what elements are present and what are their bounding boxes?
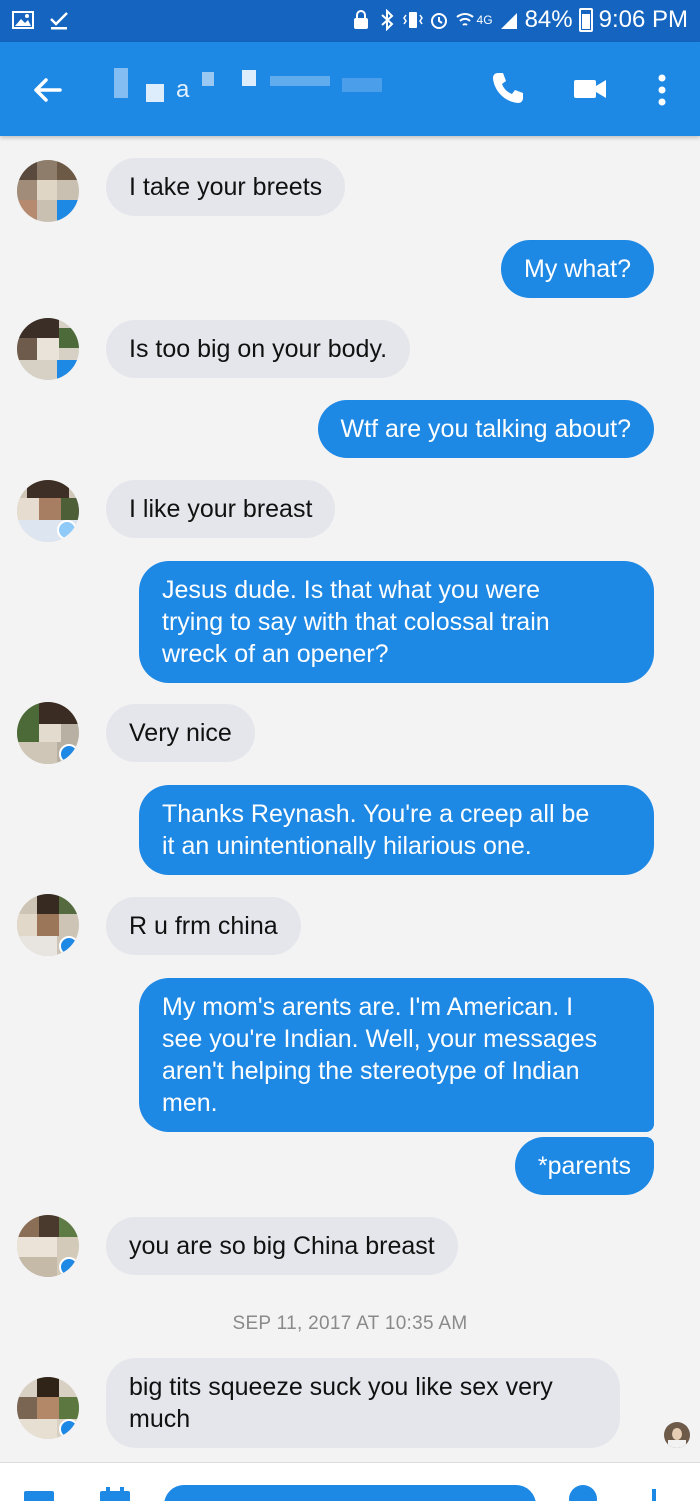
more-options-icon[interactable] <box>650 72 674 108</box>
calendar-icon[interactable] <box>98 1487 132 1501</box>
message-timestamp: SEP 11, 2017 AT 10:35 AM <box>232 1313 468 1334</box>
incoming-message[interactable]: Very nice <box>106 704 255 762</box>
lock-icon <box>353 10 368 29</box>
download-done-icon <box>50 12 68 30</box>
incoming-message[interactable]: big tits squeeze suck you like sex very … <box>106 1358 620 1448</box>
battery-icon <box>578 8 593 32</box>
outgoing-message[interactable]: My mom's arents are. I'm American. I see… <box>139 978 654 1132</box>
conversation-header: a <box>0 42 700 136</box>
message-input[interactable] <box>164 1485 536 1501</box>
status-time: 9:06 PM <box>598 6 688 33</box>
seen-avatar <box>664 1422 690 1448</box>
sender-avatar[interactable] <box>17 318 79 380</box>
sender-avatar[interactable] <box>17 480 79 542</box>
back-arrow-icon[interactable] <box>28 70 68 110</box>
gallery-icon <box>12 11 34 29</box>
bluetooth-icon <box>380 9 393 31</box>
incoming-message[interactable]: you are so big China breast <box>106 1217 458 1275</box>
incoming-message[interactable]: Is too big on your body. <box>106 320 411 378</box>
outgoing-message[interactable]: My what? <box>501 240 654 298</box>
status-bar: 4G 84% 9:06 PM <box>0 0 700 42</box>
vibrate-icon <box>402 12 423 28</box>
keyboard-icon[interactable] <box>22 1487 56 1501</box>
video-call-icon[interactable] <box>572 74 608 104</box>
contact-name-fragment: a <box>176 76 190 103</box>
outgoing-message[interactable]: Jesus dude. Is that what you were trying… <box>139 561 654 683</box>
sender-avatar[interactable] <box>17 702 79 764</box>
outgoing-message[interactable]: Wtf are you talking about? <box>317 400 654 458</box>
wifi-icon <box>455 13 474 26</box>
contact-name-redacted[interactable] <box>110 64 410 114</box>
sender-avatar[interactable] <box>17 1215 79 1277</box>
incoming-message[interactable]: I like your breast <box>106 480 336 538</box>
sender-avatar[interactable] <box>17 894 79 956</box>
sender-avatar[interactable] <box>17 1377 79 1439</box>
message-composer <box>0 1462 700 1501</box>
outgoing-message[interactable]: *parents <box>514 1137 654 1195</box>
signal-icon <box>500 13 517 29</box>
battery-percent: 84% <box>524 6 573 33</box>
network-type: 4G <box>476 13 493 27</box>
camera-icon[interactable] <box>566 1483 600 1501</box>
incoming-message[interactable]: I take your breets <box>106 158 346 216</box>
outgoing-message[interactable]: Thanks Reynash. You're a creep all be it… <box>139 785 654 875</box>
more-composer-icon[interactable] <box>648 1485 660 1501</box>
sender-avatar[interactable] <box>17 160 79 222</box>
incoming-message[interactable]: R u frm china <box>106 897 301 955</box>
phone-call-icon[interactable] <box>490 70 526 106</box>
alarm-icon <box>430 13 447 29</box>
